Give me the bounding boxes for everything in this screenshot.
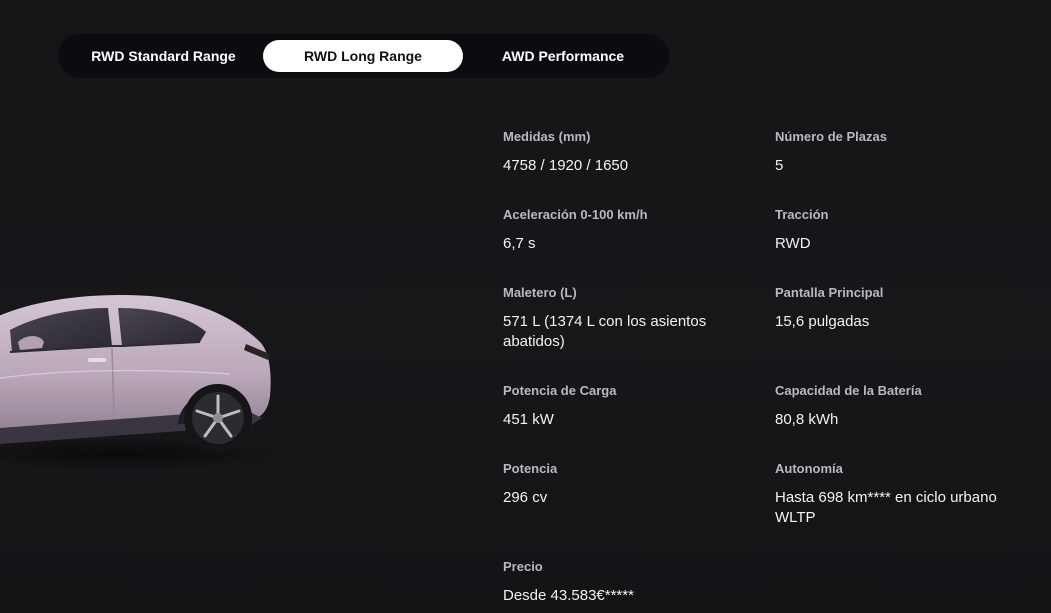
spec-label: Número de Plazas	[775, 129, 887, 144]
spec-label: Autonomía	[775, 461, 843, 476]
spec-label: Maletero (L)	[503, 285, 577, 300]
spec-label: Pantalla Principal	[775, 285, 884, 300]
spec-label: Potencia de Carga	[503, 383, 617, 398]
spec-label: Tracción	[775, 207, 829, 222]
spec-maletero: Maletero (L) 571 L (1374 L con los asien…	[503, 284, 743, 352]
tab-awd-performance[interactable]: AWD Performance	[463, 40, 663, 72]
spec-bateria: Capacidad de la Batería 80,8 kWh	[775, 382, 1035, 430]
spec-value: 451 kW	[503, 411, 554, 428]
spec-plazas: Número de Plazas 5	[775, 128, 1035, 176]
spec-pantalla: Pantalla Principal 15,6 pulgadas	[775, 284, 1035, 332]
spec-traccion: Tracción RWD	[775, 206, 1035, 254]
spec-label: Precio	[503, 559, 543, 574]
spec-medidas: Medidas (mm) 4758 / 1920 / 1650	[503, 128, 763, 176]
spec-value: 15,6 pulgadas	[775, 313, 870, 330]
spec-label: Capacidad de la Batería	[775, 383, 922, 398]
spec-label: Medidas (mm)	[503, 129, 591, 144]
spec-label: Aceleración 0-100 km/h	[503, 207, 648, 222]
spec-precio: Precio Desde 43.583€*****	[503, 558, 763, 606]
spec-potencia: Potencia 296 cv	[503, 460, 763, 508]
spec-value: 6,7 s	[503, 235, 536, 252]
tab-rwd-long-range[interactable]: RWD Long Range	[263, 40, 463, 72]
spec-value: 5	[775, 157, 784, 174]
spec-value: 4758 / 1920 / 1650	[503, 157, 629, 174]
tab-rwd-standard-range[interactable]: RWD Standard Range	[64, 40, 263, 72]
spec-value: Hasta 698 km**** en ciclo urbano WLTP	[775, 489, 997, 526]
spec-label: Potencia	[503, 461, 558, 476]
spec-value: Desde 43.583€*****	[503, 587, 634, 604]
spec-aceleracion: Aceleración 0-100 km/h 6,7 s	[503, 206, 763, 254]
suv-car-illustration	[0, 295, 290, 470]
spec-value: 571 L (1374 L con los asientos abatidos)	[503, 313, 707, 350]
spec-autonomia: Autonomía Hasta 698 km**** en ciclo urba…	[775, 460, 1037, 528]
spec-value: 80,8 kWh	[775, 411, 839, 428]
spec-potencia-carga: Potencia de Carga 451 kW	[503, 382, 763, 430]
variant-tabs: RWD Standard Range RWD Long Range AWD Pe…	[58, 34, 669, 78]
spec-value: 296 cv	[503, 489, 548, 506]
spec-value: RWD	[775, 235, 811, 252]
